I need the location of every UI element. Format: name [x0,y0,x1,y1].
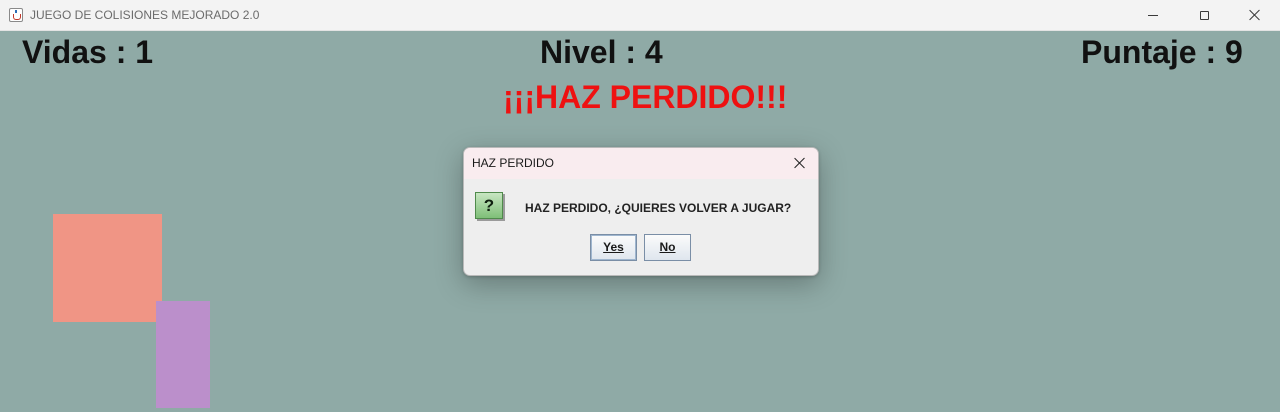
enemy-block [156,301,210,408]
dialog-close-button[interactable] [788,152,812,174]
lives-counter: Vidas : 1 [22,34,154,70]
question-icon: ? [475,192,503,219]
java-cup-icon [9,8,23,22]
minimize-icon [1148,14,1158,16]
player-block [53,214,162,322]
maximize-button[interactable] [1181,0,1227,30]
dialog-message: HAZ PERDIDO, ¿QUIERES VOLVER A JUGAR? [525,201,792,215]
minimize-button[interactable] [1130,0,1176,30]
score-counter: Puntaje : 9 [1081,34,1243,70]
maximize-icon [1199,10,1209,20]
dialog-titlebar: HAZ PERDIDO [464,148,818,179]
no-button[interactable]: No [644,234,691,261]
window-titlebar: JUEGO DE COLISIONES MEJORADO 2.0 [0,0,1280,31]
level-indicator: Nivel : 4 [540,34,663,70]
window-title: JUEGO DE COLISIONES MEJORADO 2.0 [30,8,260,22]
game-over-banner: ¡¡¡HAZ PERDIDO!!! [503,79,788,115]
close-icon [1249,9,1261,21]
game-over-dialog: HAZ PERDIDO ? HAZ PERDIDO, ¿QUIERES VOLV… [463,147,819,276]
close-window-button[interactable] [1232,0,1278,30]
yes-button[interactable]: Yes [590,234,637,261]
dialog-title: HAZ PERDIDO [472,156,555,170]
close-icon [794,157,806,169]
